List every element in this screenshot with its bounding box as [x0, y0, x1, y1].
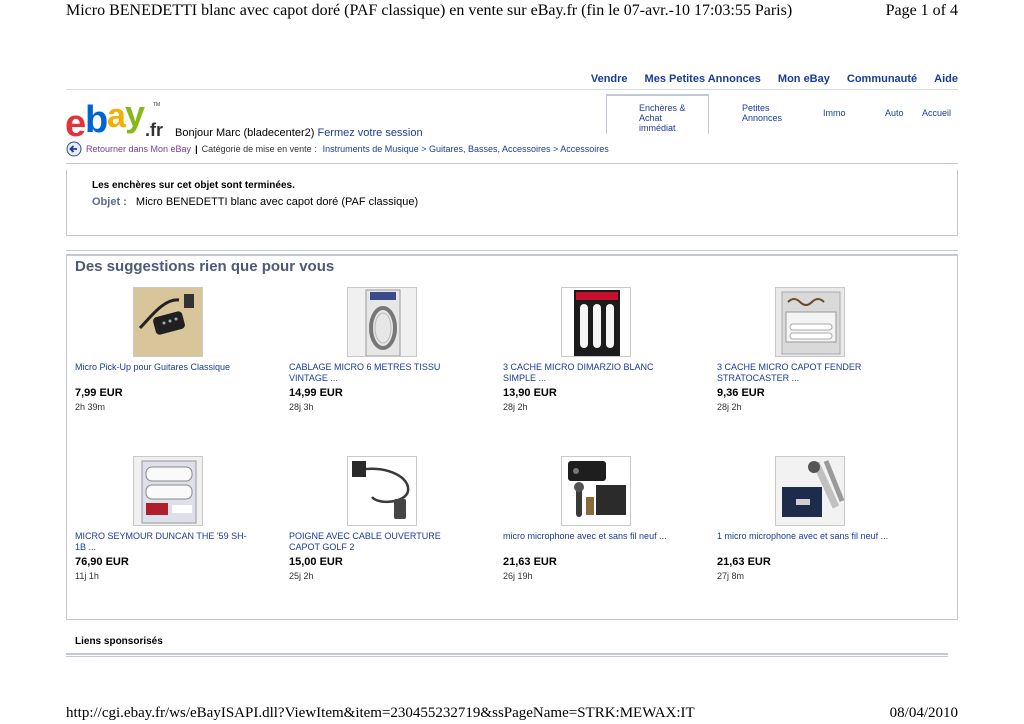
sponsored-divider [66, 653, 948, 657]
item-title-link[interactable]: POIGNE AVEC CABLE OUVERTURE CAPOT GOLF 2 [289, 531, 464, 553]
subnav-immo[interactable]: Immo [823, 108, 846, 118]
nav-sell[interactable]: Vendre [591, 73, 628, 85]
print-url: http://cgi.ebay.fr/ws/eBayISAPI.dll?View… [66, 705, 695, 721]
print-date: 08/04/2010 [889, 705, 958, 721]
item-price: 9,36 EUR [717, 387, 765, 399]
item-time-left: 27j 8m [717, 571, 745, 581]
print-header: Micro BENEDETTI blanc avec capot doré (P… [66, 2, 958, 26]
product-thumbnail[interactable] [133, 287, 203, 357]
item-title-link[interactable]: micro microphone avec et sans fil neuf .… [503, 531, 678, 542]
ebay-logo[interactable]: e b a y .fr TM [65, 100, 173, 142]
greeting: Bonjour Marc (bladecenter2) Fermez votre… [175, 127, 423, 139]
svg-text:a: a [107, 100, 127, 135]
product-thumbnail[interactable] [561, 287, 631, 357]
item-price: 21,63 EUR [503, 556, 557, 568]
item-title-link[interactable]: 3 CACHE MICRO DIMARZIO BLANC SIMPLE ... [503, 362, 678, 384]
print-page-number: Page 1 of 4 [885, 2, 958, 19]
product-thumbnail[interactable] [347, 287, 417, 357]
signout-link[interactable]: Fermez votre session [317, 127, 422, 139]
item-price: 7,99 EUR [75, 387, 123, 399]
object-value: Micro BENEDETTI blanc avec capot doré (P… [135, 196, 419, 208]
greeting-text: Bonjour Marc (bladecenter2) [175, 127, 315, 139]
item-time-left: 28j 2h [717, 402, 742, 412]
item-time-left: 11j 1h [75, 571, 99, 581]
back-to-my-ebay-link[interactable]: Retourner dans Mon eBay [86, 144, 191, 154]
sponsored-links-title: Liens sponsorisés [75, 636, 163, 647]
item-price: 15,00 EUR [289, 556, 343, 568]
svg-text:e: e [65, 103, 86, 142]
item-price: 13,90 EUR [503, 387, 557, 399]
print-title: Micro BENEDETTI blanc avec capot doré (P… [66, 2, 793, 19]
svg-text:y: y [125, 100, 145, 134]
item-time-left: 2h 39m [75, 402, 106, 412]
item-title-link[interactable]: MICRO SEYMOUR DUNCAN THE '59 SH-1B ... [75, 531, 250, 553]
object-label: Objet : [92, 196, 127, 208]
print-footer: http://cgi.ebay.fr/ws/eBayISAPI.dll?View… [66, 705, 958, 724]
top-nav-divider [66, 89, 958, 90]
nav-community[interactable]: Communauté [847, 73, 917, 85]
product-thumbnail[interactable] [775, 456, 845, 526]
item-title-link[interactable]: Micro Pick-Up pour Guitares Classique [75, 362, 250, 373]
category-path-link[interactable]: Instruments de Musique > Guitares, Basse… [323, 144, 609, 154]
ended-notice-title: Les enchères sur cet objet sont terminée… [92, 180, 295, 191]
suggestions-title: Des suggestions rien que pour vous [75, 258, 335, 275]
subnav-auto[interactable]: Auto [885, 108, 904, 118]
product-thumbnail[interactable] [133, 456, 203, 526]
breadcrumb-separator: | [195, 144, 198, 154]
nav-help[interactable]: Aide [934, 73, 958, 85]
suggestions-top-divider [66, 250, 958, 251]
item-time-left: 26j 19h [503, 571, 533, 581]
product-thumbnail[interactable] [347, 456, 417, 526]
item-title-link[interactable]: 1 micro microphone avec et sans fil neuf… [717, 531, 892, 542]
item-price: 14,99 EUR [289, 387, 343, 399]
top-nav: Vendre Mes Petites Annonces Mon eBay Com… [591, 73, 958, 85]
item-price: 76,90 EUR [75, 556, 129, 568]
subnav-home[interactable]: Accueil [922, 108, 951, 118]
nav-my-ebay[interactable]: Mon eBay [778, 73, 830, 85]
item-title-link[interactable]: 3 CACHE MICRO CAPOT FENDER STRATOCASTER … [717, 362, 892, 384]
back-arrow-icon[interactable] [66, 141, 82, 157]
header-divider [66, 163, 958, 164]
subnav-auctions[interactable]: Enchères & Achat immédiat [639, 103, 686, 133]
item-time-left: 28j 3h [289, 402, 314, 412]
nav-my-listings[interactable]: Mes Petites Annonces [645, 73, 761, 85]
ended-object: Objet : Micro BENEDETTI blanc avec capot… [92, 196, 418, 208]
item-title-link[interactable]: CABLAGE MICRO 6 METRES TISSU VINTAGE ... [289, 362, 464, 384]
item-time-left: 28j 2h [503, 402, 528, 412]
product-thumbnail[interactable] [561, 456, 631, 526]
category-label: Catégorie de mise en vente : [201, 144, 317, 154]
product-thumbnail[interactable] [775, 287, 845, 357]
item-price: 21,63 EUR [717, 556, 771, 568]
subnav-classifieds[interactable]: Petites Annonces [742, 103, 782, 123]
svg-text:b: b [85, 100, 108, 141]
svg-text:.fr: .fr [145, 120, 163, 140]
breadcrumb: Retourner dans Mon eBay | Catégorie de m… [66, 140, 609, 158]
item-time-left: 25j 2h [289, 571, 314, 581]
svg-text:TM: TM [153, 102, 160, 108]
